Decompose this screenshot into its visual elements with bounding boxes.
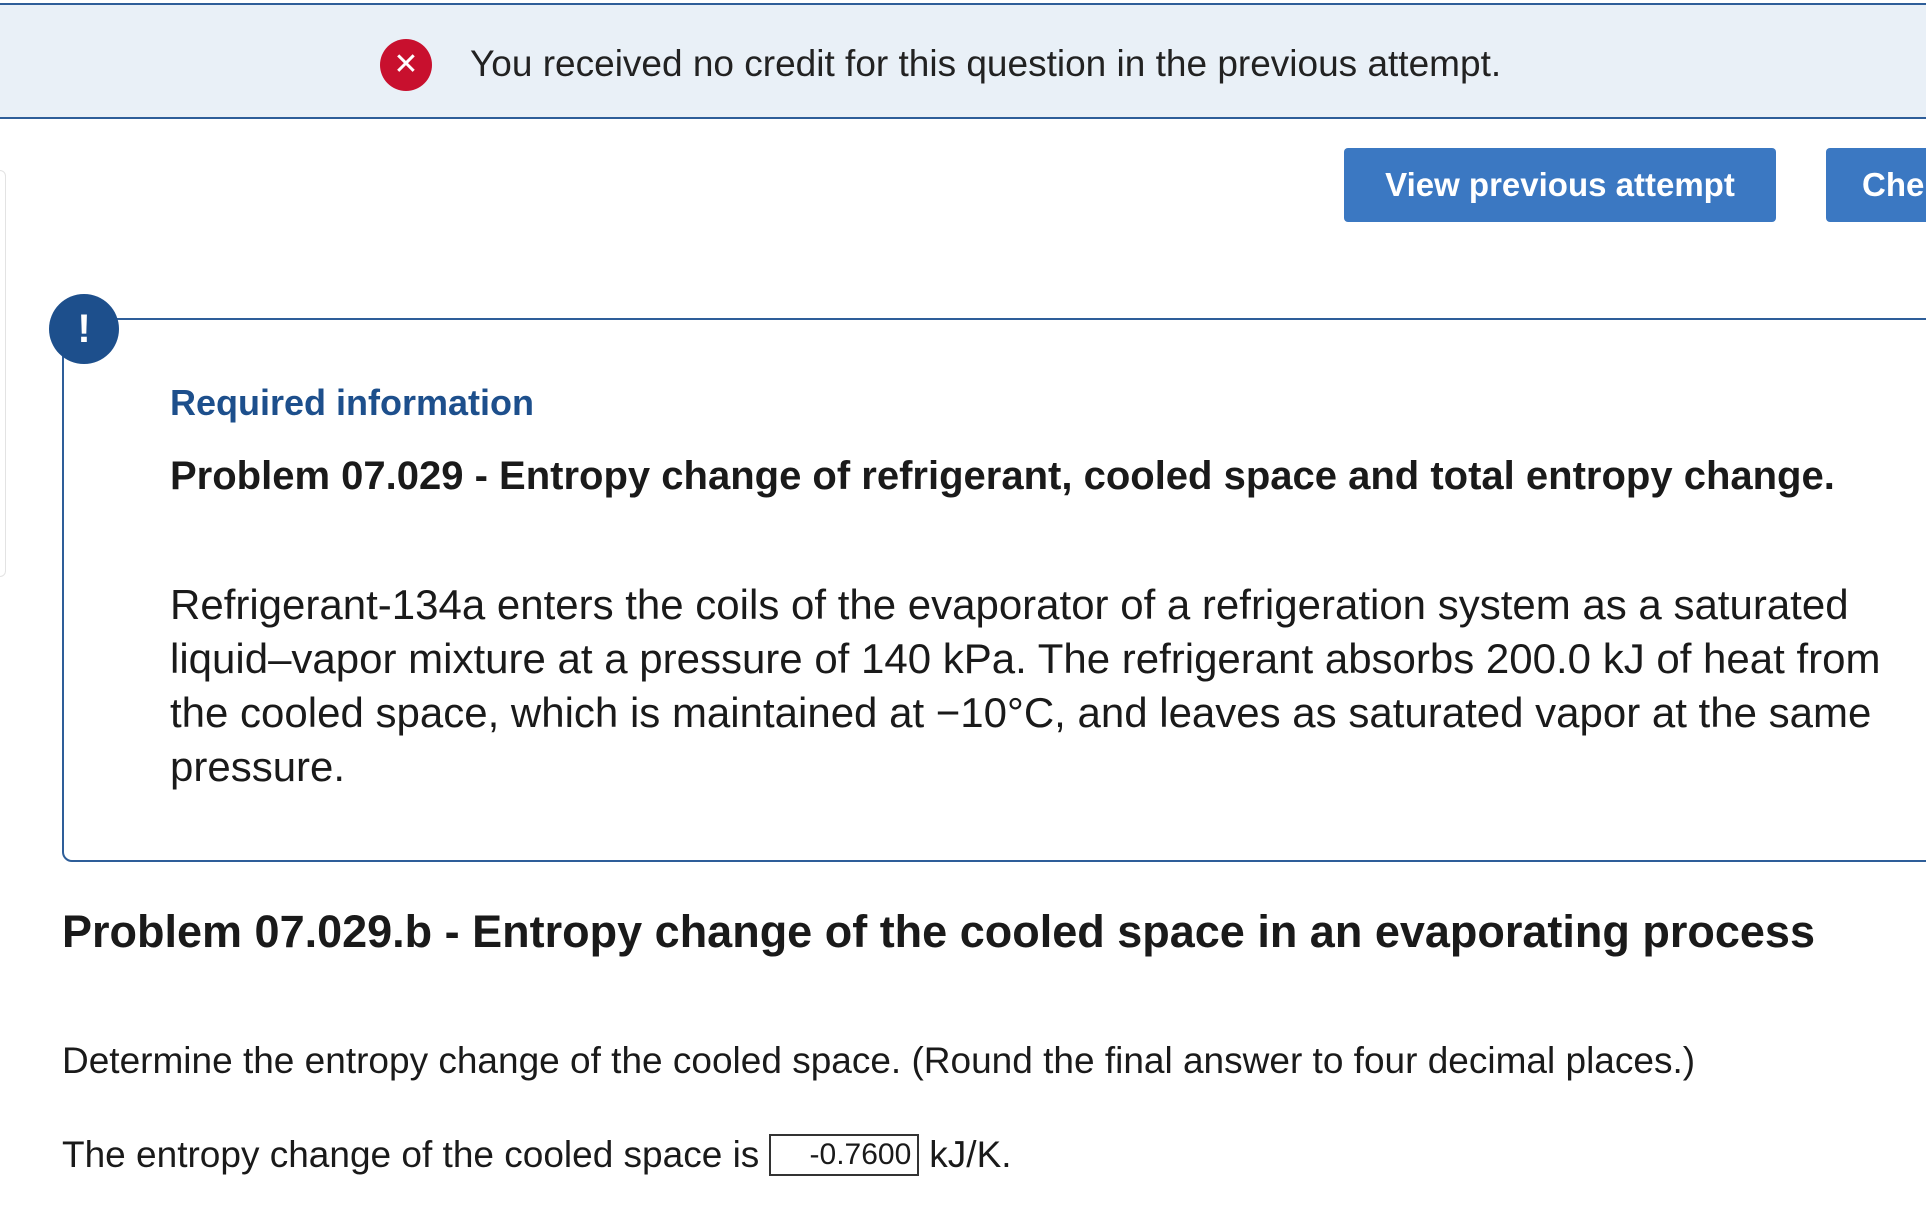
- page: ✕ You received no credit for this questi…: [0, 0, 1926, 1222]
- check-button[interactable]: Che: [1826, 148, 1926, 222]
- side-panel-edge: [0, 170, 6, 577]
- required-information-title: Required information: [170, 382, 535, 423]
- exclamation-icon: !: [49, 294, 119, 364]
- error-x-icon: ✕: [380, 39, 432, 91]
- alert-message: You received no credit for this question…: [470, 43, 1502, 84]
- part-b-prompt: Determine the entropy change of the cool…: [62, 1040, 1696, 1081]
- alert-banner: ✕ You received no credit for this questi…: [0, 3, 1926, 119]
- answer-line: The entropy change of the cooled space i…: [62, 1134, 1012, 1176]
- answer-input[interactable]: [769, 1134, 920, 1176]
- answer-prefix: The entropy change of the cooled space i…: [62, 1134, 760, 1175]
- answer-unit: kJ/K.: [929, 1134, 1012, 1175]
- problem-statement: Refrigerant-134a enters the coils of the…: [170, 581, 1881, 790]
- problem-heading: Problem 07.029 - Entropy change of refri…: [170, 454, 1835, 498]
- part-b-heading: Problem 07.029.b - Entropy change of the…: [62, 906, 1815, 957]
- view-previous-attempt-button[interactable]: View previous attempt: [1344, 148, 1776, 222]
